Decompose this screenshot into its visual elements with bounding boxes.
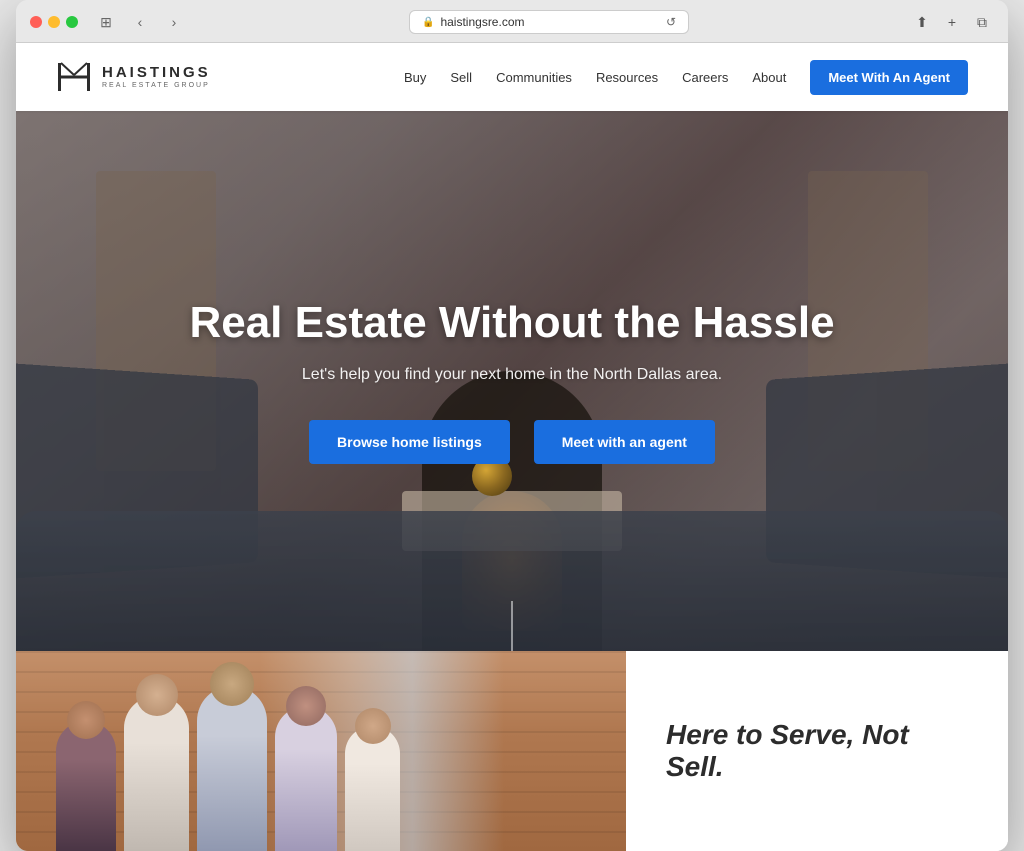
nav-sell[interactable]: Sell bbox=[450, 70, 472, 85]
team-member-1 bbox=[56, 721, 116, 851]
logo[interactable]: HAISTINGS REAL ESTATE GROUP bbox=[56, 59, 211, 95]
sidebar-toggle-button[interactable]: ⊞ bbox=[92, 12, 120, 32]
team-member-2 bbox=[124, 696, 189, 851]
logo-sub: REAL ESTATE GROUP bbox=[102, 82, 211, 89]
tabs-button[interactable]: ⧉ bbox=[970, 10, 994, 34]
browse-listings-button[interactable]: Browse home listings bbox=[309, 420, 510, 464]
forward-button[interactable]: › bbox=[160, 12, 188, 32]
nav-communities[interactable]: Communities bbox=[496, 70, 572, 85]
hero-content: Real Estate Without the Hassle Let's hel… bbox=[169, 278, 854, 485]
close-button[interactable] bbox=[30, 16, 42, 28]
tagline-text: Here to Serve, Not Sell. bbox=[666, 719, 968, 783]
share-button[interactable]: ⬆ bbox=[910, 10, 934, 34]
browser-controls: ⊞ ‹ › bbox=[92, 12, 188, 32]
new-tab-button[interactable]: + bbox=[940, 10, 964, 34]
website-content: HAISTINGS REAL ESTATE GROUP Buy Sell Com… bbox=[16, 43, 1008, 851]
back-button[interactable]: ‹ bbox=[126, 12, 154, 32]
sidebar-icon: ⊞ bbox=[100, 14, 112, 31]
logo-icon bbox=[56, 59, 92, 95]
address-bar[interactable]: 🔒 haistingsre.com ↺ bbox=[409, 10, 689, 34]
team-member-5 bbox=[345, 726, 400, 851]
team-image bbox=[16, 651, 626, 851]
plus-icon: + bbox=[948, 14, 956, 30]
minimize-button[interactable] bbox=[48, 16, 60, 28]
refresh-icon[interactable]: ↺ bbox=[666, 15, 676, 29]
back-icon: ‹ bbox=[138, 14, 143, 30]
browser-window: ⊞ ‹ › 🔒 haistingsre.com ↺ ⬆ + bbox=[16, 0, 1008, 851]
nav-about[interactable]: About bbox=[752, 70, 786, 85]
nav-resources[interactable]: Resources bbox=[596, 70, 658, 85]
navbar: HAISTINGS REAL ESTATE GROUP Buy Sell Com… bbox=[16, 43, 1008, 111]
logo-name: HAISTINGS bbox=[102, 65, 211, 80]
lock-icon: 🔒 bbox=[422, 17, 434, 28]
maximize-button[interactable] bbox=[66, 16, 78, 28]
share-icon: ⬆ bbox=[916, 14, 928, 31]
forward-icon: › bbox=[172, 14, 177, 30]
hero-subtitle: Let's help you find your next home in th… bbox=[189, 366, 834, 384]
browser-actions: ⬆ + ⧉ bbox=[910, 10, 994, 34]
team-member-3 bbox=[197, 686, 267, 851]
tabs-icon: ⧉ bbox=[977, 14, 987, 31]
meet-agent-button[interactable]: Meet With An Agent bbox=[810, 60, 968, 95]
browser-chrome: ⊞ ‹ › 🔒 haistingsre.com ↺ ⬆ + bbox=[16, 0, 1008, 43]
nav-links: Buy Sell Communities Resources Careers A… bbox=[404, 60, 968, 95]
meet-agent-hero-button[interactable]: Meet with an agent bbox=[534, 420, 715, 464]
team-member-4 bbox=[275, 706, 337, 851]
scroll-indicator bbox=[511, 601, 513, 651]
nav-careers[interactable]: Careers bbox=[682, 70, 728, 85]
tagline-section: Here to Serve, Not Sell. bbox=[626, 651, 1008, 851]
nav-buy[interactable]: Buy bbox=[404, 70, 426, 85]
logo-text: HAISTINGS REAL ESTATE GROUP bbox=[102, 65, 211, 89]
hero-section: Real Estate Without the Hassle Let's hel… bbox=[16, 111, 1008, 651]
hero-title: Real Estate Without the Hassle bbox=[189, 298, 834, 349]
below-fold-section: Here to Serve, Not Sell. bbox=[16, 651, 1008, 851]
team-people bbox=[56, 686, 626, 851]
traffic-lights bbox=[30, 16, 78, 28]
url-text: haistingsre.com bbox=[440, 15, 524, 29]
address-bar-wrapper: 🔒 haistingsre.com ↺ bbox=[198, 10, 900, 34]
hero-buttons: Browse home listings Meet with an agent bbox=[189, 420, 834, 464]
